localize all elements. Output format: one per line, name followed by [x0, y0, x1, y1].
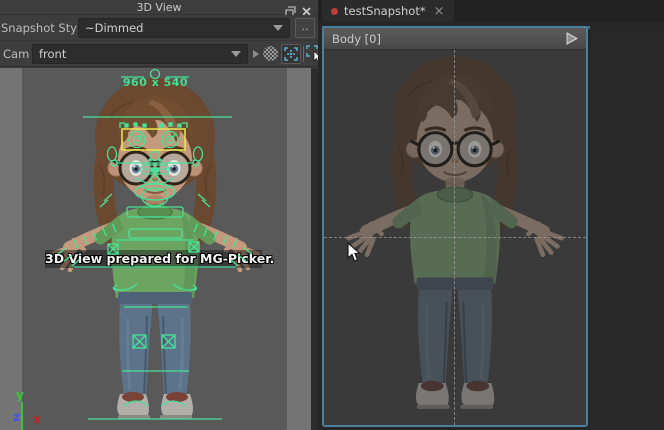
- expand-arrow-icon[interactable]: [253, 50, 259, 58]
- character-snapshot-dimmed: [336, 54, 574, 414]
- toolbar-separator: [303, 46, 304, 62]
- snapshot-style-row: Snapshot Style ~Dimmed ..: [0, 15, 318, 41]
- view-axis-gizmo: y z x: [0, 388, 60, 430]
- cam-dropdown[interactable]: front: [32, 44, 248, 64]
- chevron-down-icon: [231, 51, 241, 57]
- panel-splitter[interactable]: [311, 68, 318, 430]
- viewport-message: 3D View prepared for MG-Picker.: [45, 251, 262, 266]
- 3d-viewport[interactable]: 960 x 540 3D View prepared for MG-Picker…: [0, 68, 311, 430]
- pane-gutter: [590, 26, 664, 430]
- viewport-message-band: 3D View prepared for MG-Picker.: [45, 250, 262, 268]
- resolution-gate-mask-left: [0, 68, 22, 430]
- cam-label: Cam: [3, 47, 29, 61]
- resolution-gate-label: 960 x 540: [0, 76, 311, 89]
- tab-label: testSnapshot*: [344, 4, 426, 18]
- snapshot-style-value: ~Dimmed: [85, 21, 269, 35]
- app-root: 3D View Snapshot Style ~Dimmed .. Cam fr…: [0, 0, 664, 430]
- body-group-label: Body [0]: [332, 32, 566, 46]
- restore-window-icon[interactable]: [285, 2, 297, 13]
- y-axis-label: y: [16, 388, 24, 402]
- cam-value: front: [39, 47, 227, 61]
- panel-snapshot: testSnapshot* × Body [0]: [318, 0, 664, 430]
- play-arrow-icon[interactable]: [566, 32, 578, 45]
- close-window-icon[interactable]: [301, 2, 313, 13]
- 3d-view-titlebar[interactable]: 3D View: [0, 0, 318, 15]
- x-axis-label: x: [33, 412, 41, 426]
- wireframe-shade-icon[interactable]: [262, 45, 279, 66]
- chevron-down-icon: [273, 25, 283, 31]
- cam-row: Cam front: [0, 41, 318, 67]
- frame-selection-button[interactable]: [281, 44, 301, 64]
- snapshot-style-label: Snapshot Style: [1, 21, 87, 35]
- snapshot-tabbar: testSnapshot* ×: [318, 0, 664, 22]
- panel-title: 3D View: [0, 1, 318, 14]
- mouse-cursor-icon: [347, 242, 362, 263]
- body-group-header[interactable]: Body [0]: [324, 28, 586, 50]
- snapshot-style-dropdown[interactable]: ~Dimmed: [78, 18, 290, 38]
- snapshot-style-more-button[interactable]: ..: [295, 18, 315, 38]
- guide-horizontal-dashed: [324, 237, 586, 238]
- snapshot-viewport[interactable]: [324, 50, 586, 425]
- modified-dot-icon: [331, 8, 338, 15]
- resolution-gate-mask-right: [287, 68, 311, 430]
- panel-3d-view: 3D View Snapshot Style ~Dimmed .. Cam fr…: [0, 0, 318, 430]
- z-axis-label: z: [13, 410, 20, 424]
- body-group-panel: Body [0]: [322, 26, 588, 427]
- y-axis-line: [21, 402, 23, 430]
- tab-close-icon[interactable]: ×: [434, 4, 445, 19]
- tab-test-snapshot[interactable]: testSnapshot* ×: [322, 0, 454, 22]
